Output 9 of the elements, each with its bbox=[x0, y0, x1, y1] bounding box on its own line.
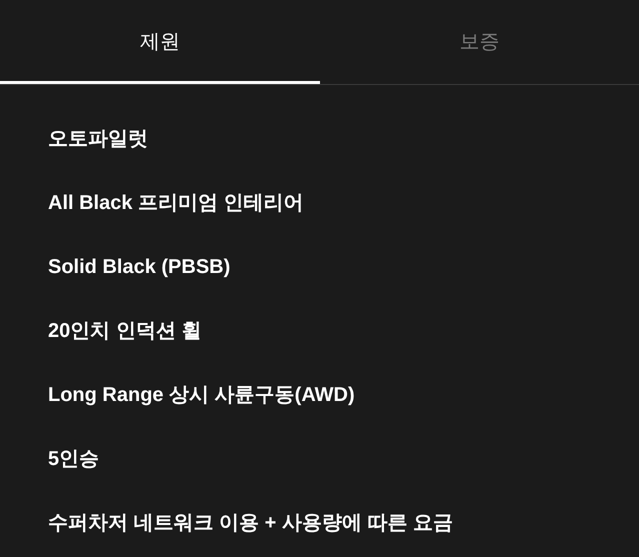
spec-item: 20인치 인덕션 휠 bbox=[48, 319, 202, 344]
spec-item: 수퍼차저 네트워크 이용 + 사용량에 따른 요금 bbox=[48, 511, 454, 536]
spec-item: 5인승 bbox=[48, 447, 100, 472]
spec-item: Long Range 상시 사륜구동(AWD) bbox=[48, 383, 355, 408]
spec-item: Solid Black (PBSB) bbox=[48, 255, 230, 280]
spec-item: 오토파일럿 bbox=[48, 127, 148, 152]
tab[interactable]: 제원 bbox=[0, 0, 320, 84]
tab[interactable]: 보증 bbox=[320, 0, 639, 84]
spec-item: All Black 프리미엄 인테리어 bbox=[48, 191, 304, 216]
